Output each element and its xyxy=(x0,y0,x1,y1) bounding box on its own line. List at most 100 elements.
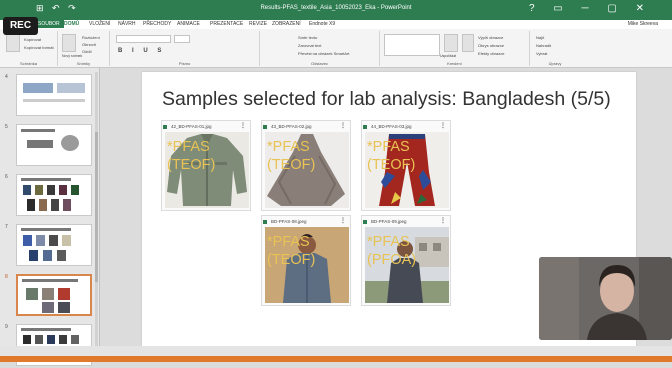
group-label-drawing: Kreslení xyxy=(447,61,462,66)
tab-design[interactable]: NÁVRH xyxy=(118,21,136,27)
thumbnail-number: 9 xyxy=(5,324,8,330)
arrange-label[interactable]: Uspořádat xyxy=(440,54,456,58)
section-button[interactable]: Oddíl xyxy=(82,49,92,54)
pfas-overlay: *PFAS (TEOF) xyxy=(267,138,315,174)
shape-outline-button[interactable]: Obrys obrazce xyxy=(478,43,504,48)
tab-home[interactable]: DOMŮ xyxy=(64,21,79,27)
tab-transitions[interactable]: PŘECHODY xyxy=(143,21,171,27)
reset-button[interactable]: Obnovit xyxy=(82,42,96,47)
thumbnail-slide-4[interactable]: 4 xyxy=(4,74,96,118)
shape-fill-button[interactable]: Výplň obrazce xyxy=(478,35,503,40)
paste-button[interactable] xyxy=(6,34,20,52)
shape-effects-button[interactable]: Efekty obrazce xyxy=(478,51,504,56)
slide-title[interactable]: Samples selected for lab analysis: Bangl… xyxy=(162,88,611,111)
more-options-icon[interactable]: ⋮ xyxy=(340,122,346,129)
arrange-button[interactable] xyxy=(444,34,458,52)
copy-button[interactable]: Kopírovat xyxy=(24,37,41,42)
group-slides: Nový snímek Rozložení Obnovit Oddíl Sním… xyxy=(58,31,110,66)
window-controls[interactable]: ? ▭ ─ ▢ ✕ xyxy=(529,3,652,14)
convert-smartart-button[interactable]: Převést na obrázek SmartArt xyxy=(298,51,349,56)
replace-button[interactable]: Nahradit xyxy=(536,43,551,48)
quick-styles-button[interactable] xyxy=(462,34,474,52)
sample-card[interactable]: 42_BD-PFAS-01.jpg ⋮ *PFAS (TEOF) xyxy=(161,120,251,211)
pfas-overlay: *PFAS (TEOF) xyxy=(267,233,315,269)
group-label-clipboard: Schránka xyxy=(20,61,37,66)
ribbon: Kopírovat Kopírovat formát Schránka Nový… xyxy=(0,29,672,68)
sample-filename: 42_BD-PFAS-01.jpg xyxy=(171,124,212,129)
slide-thumbnails-pane: 4 5 6 7 8 9 xyxy=(0,68,100,366)
align-text-button[interactable]: Zarovnat text xyxy=(298,43,321,48)
sample-card[interactable]: 44_BD-PFAS-03.jpg ⋮ *PFAS (TEOF) xyxy=(361,120,451,211)
thumbnail-slide-5[interactable]: 5 xyxy=(4,124,96,168)
overlay-line: (TEOF) xyxy=(267,157,316,173)
overlay-line: (TEOF) xyxy=(367,157,416,173)
footer-accent-bar xyxy=(0,356,672,362)
group-label-paragraph: Odstavec xyxy=(311,61,328,66)
user-name[interactable]: Mike Skreeva xyxy=(628,21,658,27)
more-options-icon[interactable]: ⋮ xyxy=(340,217,346,224)
group-font: B I U S Písmo xyxy=(110,31,260,66)
new-slide-label[interactable]: Nový snímek xyxy=(62,54,82,58)
sample-card[interactable]: BD-PFAS-09.jpeg ⋮ *PFAS (PFOA) xyxy=(361,215,451,306)
overlay-line: *PFAS xyxy=(367,139,410,155)
sample-card[interactable]: 43_BD-PFAS-02.jpg ⋮ *PFAS (TEOF) xyxy=(261,120,351,211)
tab-review[interactable]: REVIZE xyxy=(249,21,267,27)
image-file-icon xyxy=(263,220,267,224)
more-options-icon[interactable]: ⋮ xyxy=(240,122,246,129)
group-drawing: Uspořádat Výplň obrazce Obrys obrazce Ef… xyxy=(380,31,530,66)
recording-badge: REC xyxy=(3,17,38,35)
find-button[interactable]: Najít xyxy=(536,35,544,40)
group-label-slides: Snímky xyxy=(76,61,91,66)
tab-file[interactable]: SOUBOR xyxy=(34,20,64,28)
image-file-icon xyxy=(163,125,167,129)
font-format-buttons[interactable]: B I U S xyxy=(118,48,165,54)
text-direction-button[interactable]: Směr textu xyxy=(298,35,317,40)
overlay-line: *PFAS xyxy=(267,234,310,250)
overlay-line: *PFAS xyxy=(367,234,410,250)
thumbnail-number: 8 xyxy=(5,274,8,280)
image-file-icon xyxy=(363,220,367,224)
tab-endnote[interactable]: Endnote X9 xyxy=(309,21,335,27)
thumbnails-scrollbar-thumb[interactable] xyxy=(95,132,98,282)
sample-photo: *PFAS (TEOF) xyxy=(165,132,249,208)
tab-slideshow[interactable]: PREZENTACE xyxy=(210,21,243,27)
more-options-icon[interactable]: ⋮ xyxy=(440,122,446,129)
image-file-icon xyxy=(363,125,367,129)
tab-view[interactable]: ZOBRAZENÍ xyxy=(272,21,301,27)
sample-filename: 43_BD-PFAS-02.jpg xyxy=(271,124,312,129)
format-painter-button[interactable]: Kopírovat formát xyxy=(24,45,54,50)
sample-filename: 44_BD-PFAS-03.jpg xyxy=(371,124,412,129)
sample-photo: *PFAS (TEOF) xyxy=(265,132,349,208)
presenter-video xyxy=(539,257,672,340)
new-slide-button[interactable] xyxy=(62,34,76,52)
tab-insert[interactable]: VLOŽENÍ xyxy=(89,21,110,27)
thumbnail-slide-8[interactable]: 8 xyxy=(4,274,96,318)
more-options-icon[interactable]: ⋮ xyxy=(440,217,446,224)
overlay-line: (TEOF) xyxy=(167,157,216,173)
group-label-editing: Úpravy xyxy=(548,61,562,66)
thumbnail-number: 4 xyxy=(5,74,8,80)
select-button[interactable]: Vybrat xyxy=(536,51,547,56)
layout-button[interactable]: Rozložení xyxy=(82,35,100,40)
overlay-line: *PFAS xyxy=(267,139,310,155)
overlay-line: (TEOF) xyxy=(267,252,316,268)
title-bar: ⊞ ↶ ↷ Results-PFAS_textile_Asia_10052023… xyxy=(0,0,672,20)
thumbnail-slide-6[interactable]: 6 xyxy=(4,174,96,218)
overlay-line: *PFAS xyxy=(167,139,210,155)
group-editing: Najít Nahradit Vybrat Úpravy xyxy=(530,31,580,66)
pfas-overlay: *PFAS (TEOF) xyxy=(367,138,415,174)
font-size-select[interactable] xyxy=(174,35,190,43)
font-name-select[interactable] xyxy=(116,35,171,43)
thumbnail-number: 5 xyxy=(5,124,8,130)
thumbnail-frame xyxy=(16,274,92,316)
group-label-font: Písmo xyxy=(178,61,191,66)
sample-card[interactable]: BD-PFAS-08.jpeg ⋮ *PFAS (TEOF) xyxy=(261,215,351,306)
webcam-video xyxy=(539,257,672,340)
group-clipboard: Kopírovat Kopírovat formát Schránka xyxy=(0,31,58,66)
sample-photo: *PFAS (TEOF) xyxy=(265,227,349,303)
shapes-gallery[interactable] xyxy=(384,34,440,56)
sample-filename: BD-PFAS-08.jpeg xyxy=(271,219,307,224)
thumbnail-frame xyxy=(16,124,92,166)
thumbnail-slide-7[interactable]: 7 xyxy=(4,224,96,268)
tab-animations[interactable]: ANIMACE xyxy=(177,21,200,27)
